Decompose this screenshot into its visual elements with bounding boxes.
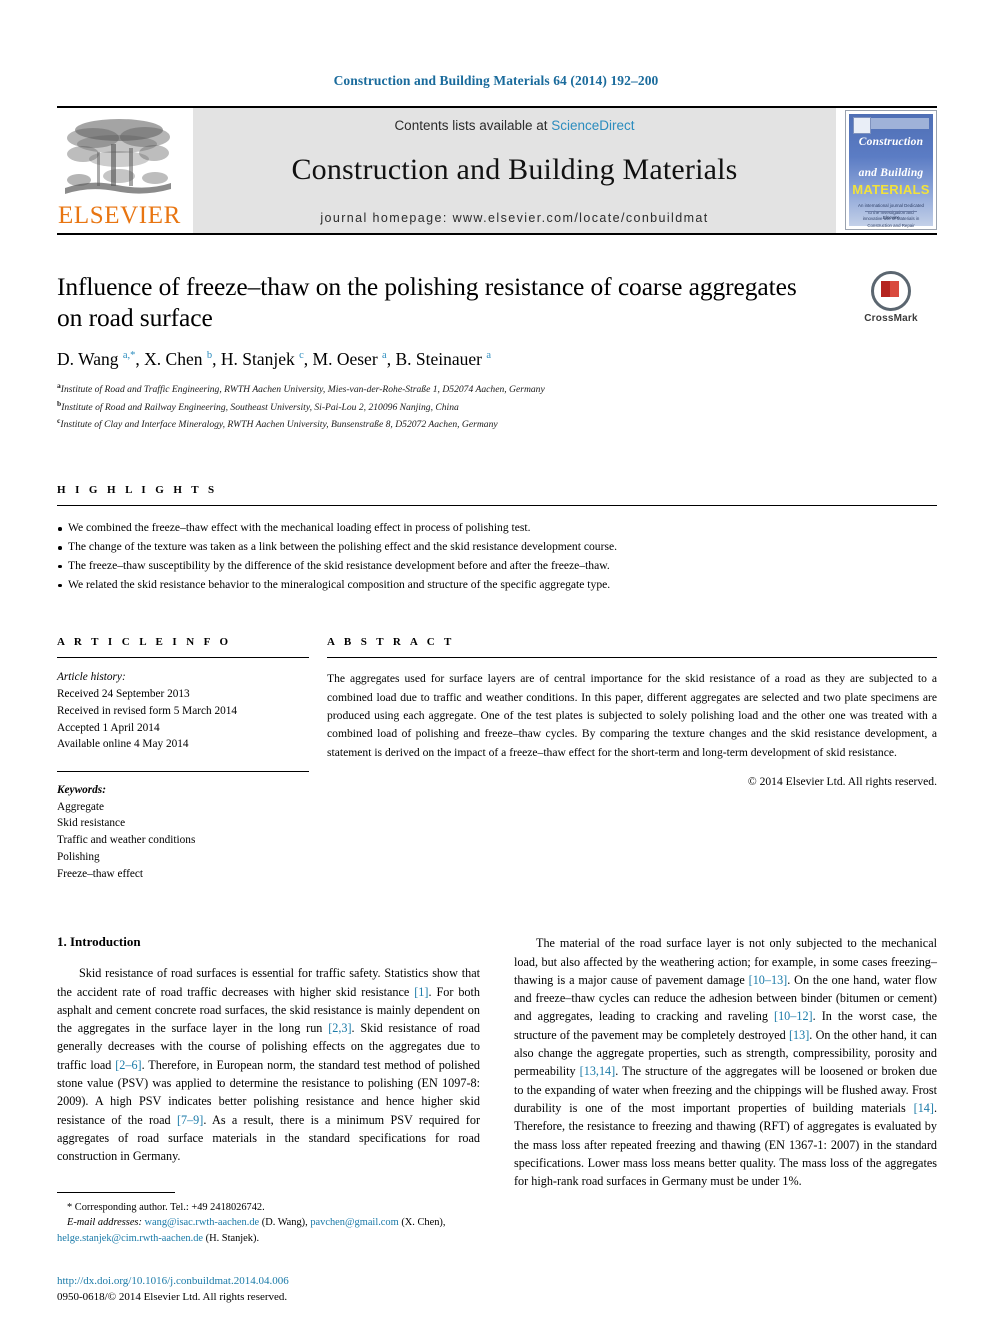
affiliation-b: bInstitute of Road and Railway Engineeri… — [57, 398, 937, 415]
history-online: Available online 4 May 2014 — [57, 738, 189, 751]
cover-footer: Elsevier — [849, 211, 933, 220]
body-column-right: The material of the road surface layer i… — [514, 934, 937, 1306]
author-list: D. Wang a,*, X. Chen b, H. Stanjek c, M.… — [57, 349, 492, 370]
affiliation-c: cInstitute of Clay and Interface Mineral… — [57, 415, 937, 432]
email-addresses-label: E-mail addresses: — [67, 1217, 142, 1229]
masthead-bottom-rule — [57, 233, 937, 235]
history-revised: Received in revised form 5 March 2014 — [57, 704, 238, 717]
citation-ref[interactable]: [14] — [914, 1101, 934, 1115]
section-heading-introduction: 1. Introduction — [57, 934, 141, 950]
cover-line1: Construction — [858, 136, 924, 148]
citation-ref[interactable]: [13,14] — [580, 1064, 616, 1078]
history-received: Received 24 September 2013 — [57, 688, 190, 701]
highlights-section: H I G H L I G H T S We combined the free… — [57, 484, 937, 594]
intro-paragraph-right: The material of the road surface layer i… — [514, 934, 937, 1190]
cover-line2: and Building — [858, 166, 924, 179]
abstract-text: The aggregates used for surface layers a… — [327, 672, 937, 759]
intro-paragraph-left: Skid resistance of road surfaces is esse… — [57, 964, 480, 1165]
affiliation-list: aInstitute of Road and Traffic Engineeri… — [57, 380, 937, 432]
doi-link[interactable]: http://dx.doi.org/10.1016/j.conbuildmat.… — [57, 1273, 480, 1290]
list-item: The freeze–thaw susceptibility by the di… — [57, 557, 937, 576]
citation-ref[interactable]: [10–13] — [749, 973, 788, 987]
highlights-rule — [57, 505, 937, 507]
citation-ref[interactable]: [1] — [414, 985, 428, 999]
list-item: We related the skid resistance behavior … — [57, 576, 937, 595]
keyword-item: Skid resistance — [57, 817, 126, 830]
affiliation-a: aInstitute of Road and Traffic Engineeri… — [57, 380, 937, 397]
article-history: Article history: Received 24 September 2… — [57, 669, 309, 753]
cover-footer-rule — [865, 211, 917, 212]
email-name-chen: (X. Chen) — [401, 1217, 443, 1229]
citation-ref[interactable]: [13] — [789, 1028, 809, 1042]
crossmark-badge-group[interactable]: CrossMark — [845, 271, 937, 324]
article-info-column: A R T I C L E I N F O Article history: R… — [57, 636, 309, 882]
running-head: Construction and Building Materials 64 (… — [333, 73, 659, 88]
cover-elsevier-mark-icon — [853, 117, 871, 134]
article-info-heading: A R T I C L E I N F O — [57, 636, 232, 649]
article-history-label: Article history: — [57, 671, 126, 684]
keyword-item: Polishing — [57, 850, 100, 863]
citation-ref[interactable]: [2,3] — [328, 1021, 351, 1035]
body-column-left: 1. Introduction Skid resistance of road … — [57, 934, 480, 1306]
abstract-heading: A B S T R A C T — [327, 636, 455, 649]
contents-available-text: Contents lists available at — [394, 118, 552, 133]
highlights-list: We combined the freeze–thaw effect with … — [57, 519, 937, 594]
crossmark-icon — [871, 271, 911, 311]
email-link-wang[interactable]: wang@isac.rwth-aachen.de — [145, 1217, 260, 1228]
article-info-rule — [57, 657, 309, 659]
keyword-item: Aggregate — [57, 800, 105, 813]
email-sep-2: , — [442, 1217, 446, 1229]
email-name-stanjek: (H. Stanjek) — [205, 1233, 257, 1245]
abstract-rule — [327, 657, 937, 659]
journal-title: Construction and Building Materials — [291, 153, 738, 186]
elsevier-logo: ELSEVIER — [57, 108, 184, 233]
citation-ref[interactable]: [7–9] — [177, 1113, 203, 1127]
email-link-chen[interactable]: pavchen@gmail.com — [310, 1217, 398, 1228]
history-accepted: Accepted 1 April 2014 — [57, 721, 160, 734]
keyword-item: Freeze–thaw effect — [57, 867, 144, 880]
article-page: Construction and Building Materials 64 (… — [0, 0, 992, 1323]
footnote-rule — [57, 1191, 175, 1193]
body-columns: 1. Introduction Skid resistance of road … — [57, 934, 937, 1306]
affiliation-text-a: Institute of Road and Traffic Engineerin… — [60, 384, 545, 396]
journal-homepage[interactable]: journal homepage: www.elsevier.com/locat… — [320, 211, 708, 225]
issn-copyright: 0950-0618/© 2014 Elsevier Ltd. All right… — [57, 1291, 288, 1304]
info-abstract-section: A R T I C L E I N F O Article history: R… — [57, 636, 937, 882]
cover-line3: MATERIALS — [852, 181, 930, 197]
keywords-rule — [57, 770, 309, 772]
keywords-label: Keywords: — [57, 783, 106, 796]
page-title: Influence of freeze–thaw on the polishin… — [57, 272, 797, 333]
citation-ref[interactable]: [2–6] — [115, 1058, 141, 1072]
email-name-wang: (D. Wang) — [261, 1217, 306, 1229]
journal-masthead: ELSEVIER Contents lists available at Sci… — [57, 106, 937, 233]
elsevier-wordmark: ELSEVIER — [58, 202, 181, 229]
footnote-block: * Corresponding author. Tel.: +49 241802… — [57, 1200, 480, 1247]
sciencedirect-band: Contents lists available at ScienceDirec… — [193, 108, 836, 233]
keywords-block: Keywords: Aggregate Skid resistance Traf… — [57, 782, 309, 882]
affiliation-text-c: Institute of Clay and Interface Mineralo… — [60, 419, 498, 431]
corresponding-author-note: * Corresponding author. Tel.: +49 241802… — [67, 1201, 265, 1213]
cover-inner: Construction and Building MATERIALS An i… — [849, 114, 933, 228]
footer-doi-block: http://dx.doi.org/10.1016/j.conbuildmat.… — [57, 1273, 480, 1306]
abstract-column: A B S T R A C T The aggregates used for … — [309, 636, 937, 882]
citation-ref[interactable]: [10–12] — [774, 1009, 813, 1023]
highlights-heading: H I G H L I G H T S — [57, 484, 218, 497]
elsevier-tree-icon — [59, 114, 177, 202]
keyword-item: Traffic and weather conditions — [57, 834, 196, 847]
crossmark-label: CrossMark — [864, 313, 918, 324]
affiliation-text-b: Institute of Road and Railway Engineerin… — [61, 401, 459, 413]
contents-available-line: Contents lists available at ScienceDirec… — [394, 118, 634, 133]
email-link-stanjek[interactable]: helge.stanjek@cim.rwth-aachen.de — [57, 1233, 203, 1244]
cover-footer-text: Elsevier — [882, 215, 900, 220]
sciencedirect-link[interactable]: ScienceDirect — [551, 118, 634, 133]
list-item: We combined the freeze–thaw effect with … — [57, 519, 937, 538]
email-note: E-mail addresses: wang@isac.rwth-aachen.… — [57, 1217, 446, 1245]
list-item: The change of the texture was taken as a… — [57, 538, 937, 557]
journal-cover-thumbnail: Construction and Building MATERIALS An i… — [845, 110, 937, 230]
abstract-copyright: © 2014 Elsevier Ltd. All rights reserved… — [747, 774, 937, 788]
title-block: CrossMark Influence of freeze–thaw on th… — [57, 271, 937, 432]
